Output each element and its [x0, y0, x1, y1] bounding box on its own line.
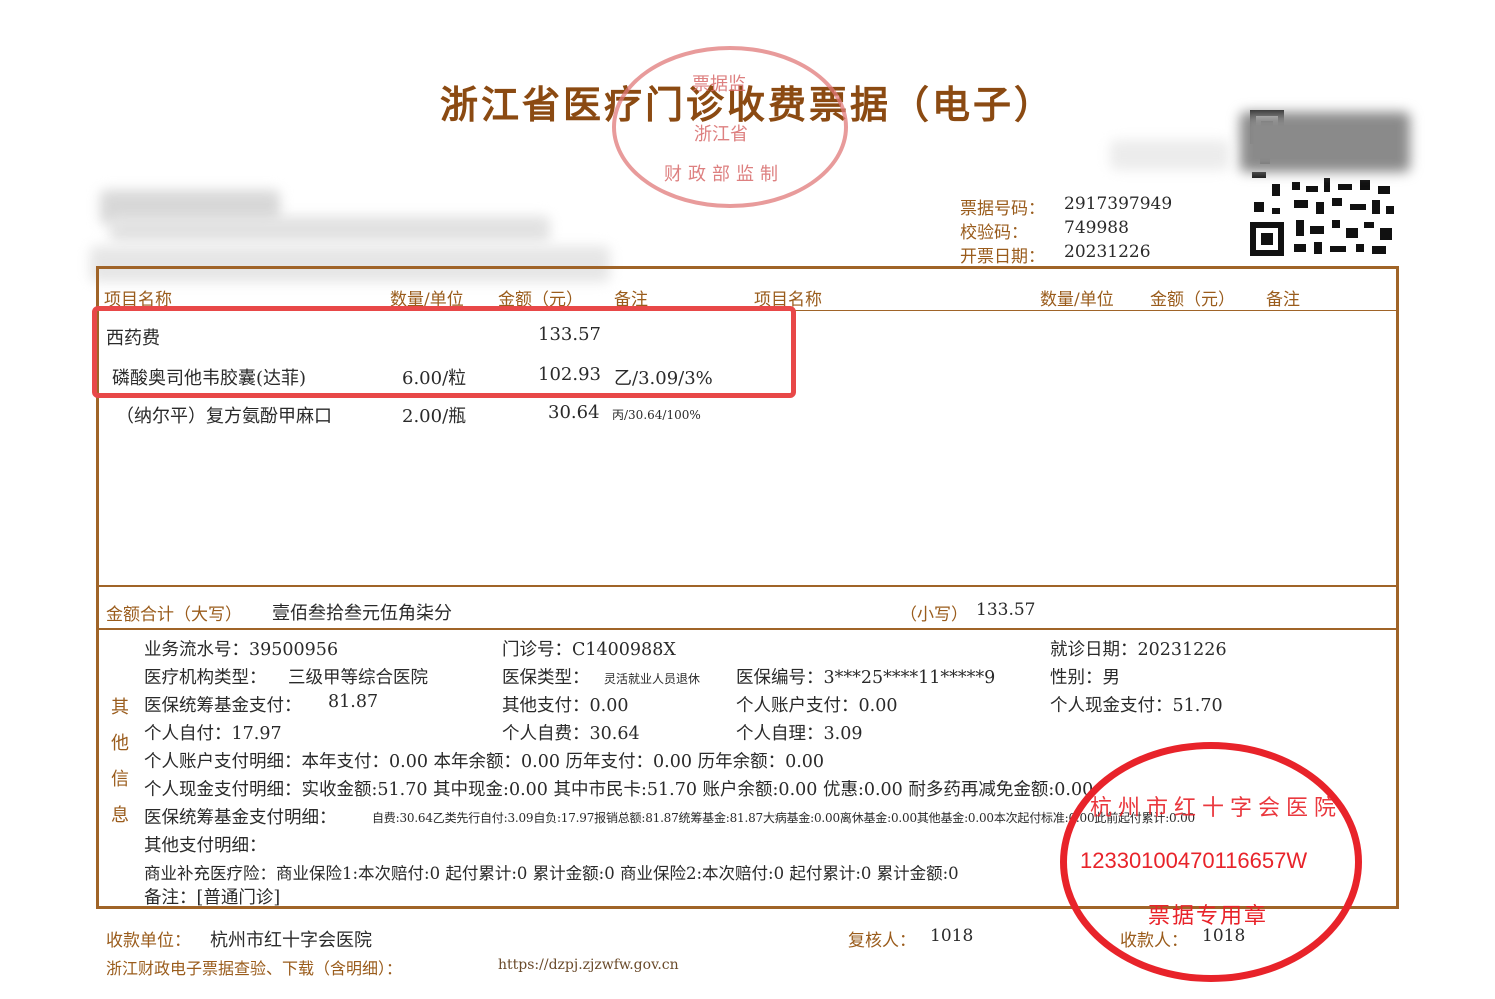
- payer-info-blur: [110, 216, 550, 242]
- cash-pay: 个人现金支付：51.70: [1050, 696, 1223, 716]
- institution-type-label: 医疗机构类型：: [144, 668, 267, 688]
- visit-date: 就诊日期：20231226: [1050, 640, 1227, 660]
- reviewer-label: 复核人：: [848, 931, 916, 951]
- self-manage: 个人自理：3.09: [736, 724, 863, 744]
- item-row-2-qty: 2.00/瓶: [402, 406, 467, 427]
- payer-info-blur: [90, 246, 610, 282]
- account-detail: 个人账户支付明细：本年支付：0.00 本年余额：0.00 历年支付：0.00 历…: [144, 752, 825, 772]
- reviewer: 1018: [930, 926, 974, 946]
- highlight-box: [92, 306, 796, 398]
- col-qty-right: 数量/单位: [1040, 290, 1114, 310]
- table-border-right: [1396, 266, 1399, 909]
- seal-arc-text: 杭州市红十字会医院: [1090, 796, 1343, 821]
- issue-date: 20231226: [1064, 242, 1151, 262]
- other-pay: 其他支付：0.00: [502, 696, 629, 716]
- total-lower-label: （小写）: [900, 605, 968, 625]
- check-code-label: 校验码：: [960, 223, 1028, 243]
- cash-detail: 个人现金支付明细：实收金额:51.70 其中现金:0.00 其中市民卡:51.7…: [144, 780, 1094, 800]
- self-pay: 个人自付：17.97: [144, 724, 282, 744]
- item-row-2-note: 丙/30.64/100%: [612, 408, 701, 422]
- stamp-top-line2: 浙江省: [694, 124, 748, 145]
- self-fee: 个人自费：30.64: [502, 724, 640, 744]
- other-info-label: 其他信息: [111, 697, 129, 826]
- seal-code: 12330100470116657W: [1080, 848, 1308, 873]
- gender: 性别：男: [1050, 668, 1120, 688]
- fund-pay-label: 医保统筹基金支付：: [144, 696, 302, 716]
- fund-detail-label: 医保统筹基金支付明细：: [144, 808, 337, 828]
- clinic-number: 门诊号：C1400988X: [502, 640, 676, 660]
- account-pay: 个人账户支付：0.00: [736, 696, 898, 716]
- item-row-2-amount: 30.64: [548, 402, 600, 423]
- header-blur-right: [1110, 140, 1230, 170]
- commercial-insurance: 商业补充医疗险：商业保险1:本次赔付:0 起付累计:0 累计金额:0 商业保险2…: [144, 864, 959, 883]
- institution-type: 三级甲等综合医院: [288, 668, 428, 688]
- col-note-right: 备注: [1266, 290, 1300, 310]
- item-row-2-name: （纳尔平）复方氨酚甲麻口: [116, 406, 332, 427]
- table-border-top: [96, 266, 1399, 269]
- query-label: 浙江财政电子票据查验、下载（含明细）：: [106, 959, 403, 978]
- total-upper-label: 金额合计（大写）: [106, 605, 242, 625]
- fund-pay: 81.87: [328, 692, 379, 712]
- insurance-number: 医保编号：3***25****11*****9: [736, 668, 996, 688]
- issue-date-label: 开票日期：: [960, 247, 1045, 267]
- bill-number: 2917397949: [1064, 194, 1173, 214]
- col-amount-right: 金额（元）: [1150, 290, 1235, 310]
- stamp-top-line3: 财政部监制: [664, 164, 784, 185]
- payee-label: 收款单位：: [106, 931, 191, 951]
- query-url[interactable]: https://dzpj.zjzwfw.gov.cn: [498, 957, 679, 973]
- total-divider: [96, 628, 1399, 630]
- other-pay-detail: 其他支付明细：: [144, 836, 267, 856]
- check-code: 749988: [1064, 218, 1129, 238]
- insurance-type: 灵活就业人员退休: [604, 672, 701, 686]
- total-upper-value: 壹佰叁拾叁元伍角柒分: [272, 603, 452, 624]
- remark: 备注：[普通门诊]: [144, 888, 281, 908]
- bill-number-label: 票据号码：: [960, 199, 1045, 219]
- serial-number: 业务流水号：39500956: [144, 640, 339, 660]
- total-lower-value: 133.57: [976, 600, 1036, 620]
- seal-label: 票据专用章: [1148, 904, 1269, 929]
- insurance-type-label: 医保类型：: [502, 668, 590, 688]
- stamp-top-line1: 票据监: [692, 74, 746, 95]
- payee: 杭州市红十字会医院: [210, 930, 372, 951]
- items-divider: [96, 585, 1399, 587]
- qr-blur: [1240, 112, 1410, 172]
